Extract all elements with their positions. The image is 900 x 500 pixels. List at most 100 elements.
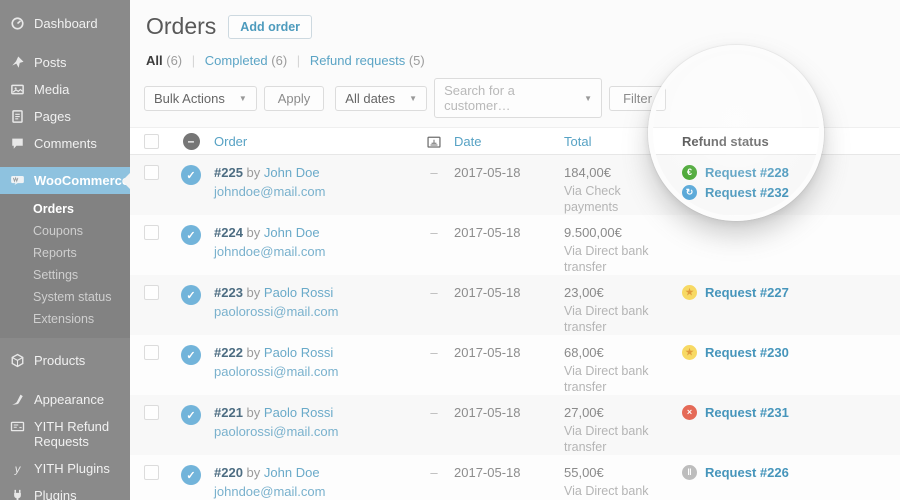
table-row[interactable]: ✓ #221 by Paolo Rossi paolorossi@mail.co… bbox=[130, 395, 900, 455]
customer-name-link[interactable]: Paolo Rossi bbox=[264, 345, 333, 360]
bulk-actions-label: Bulk Actions bbox=[154, 91, 225, 106]
order-total: 27,00€ bbox=[564, 405, 682, 420]
refund-status-cell: ★ Request #227 bbox=[682, 275, 900, 335]
table-row[interactable]: ✓ #223 by Paolo Rossi paolorossi@mail.co… bbox=[130, 275, 900, 335]
refund-request-link[interactable]: Request #226 bbox=[705, 465, 789, 480]
order-number-link[interactable]: #225 bbox=[214, 165, 243, 180]
tab-all-count: (6) bbox=[166, 53, 182, 68]
order-by-text: by bbox=[247, 285, 261, 300]
row-checkbox[interactable] bbox=[144, 405, 159, 420]
refund-request: ★ Request #227 bbox=[682, 285, 900, 300]
refund-request-link[interactable]: Request #231 bbox=[705, 405, 789, 420]
sidebar-item-plugins[interactable]: Plugins bbox=[0, 482, 130, 500]
refund-status-cell bbox=[682, 215, 900, 275]
sidebar-item-label: Pages bbox=[34, 109, 71, 124]
customer-email-link[interactable]: johndoe@mail.com bbox=[214, 484, 325, 499]
order-number-link[interactable]: #220 bbox=[214, 465, 243, 480]
customer-name-link[interactable]: John Doe bbox=[264, 165, 320, 180]
customer-email-link[interactable]: johndoe@mail.com bbox=[214, 184, 325, 199]
svg-text:y: y bbox=[14, 464, 22, 476]
sidebar-item-label: Comments bbox=[34, 136, 97, 151]
refund-request-link[interactable]: Request #232 bbox=[705, 185, 789, 200]
chevron-down-icon: ▼ bbox=[584, 94, 592, 103]
refund-status-rejected-icon: × bbox=[682, 405, 697, 420]
order-number-link[interactable]: #222 bbox=[214, 345, 243, 360]
customer-message-cell: – bbox=[414, 335, 454, 395]
refund-request-link[interactable]: Request #227 bbox=[705, 285, 789, 300]
submenu-item-settings[interactable]: Settings bbox=[0, 264, 130, 286]
row-checkbox[interactable] bbox=[144, 165, 159, 180]
order-by-text: by bbox=[247, 345, 261, 360]
column-header-date[interactable]: Date bbox=[454, 134, 481, 149]
column-header-total[interactable]: Total bbox=[564, 134, 591, 149]
sidebar-item-woocommerce[interactable]: WooCommerce bbox=[0, 167, 130, 194]
add-order-button[interactable]: Add order bbox=[228, 15, 312, 39]
sidebar-item-products[interactable]: Products bbox=[0, 347, 130, 374]
submenu-item-system-status[interactable]: System status bbox=[0, 286, 130, 308]
order-number-link[interactable]: #224 bbox=[214, 225, 243, 240]
customer-name-link[interactable]: Paolo Rossi bbox=[264, 285, 333, 300]
sidebar-item-label: Posts bbox=[34, 55, 67, 70]
sidebar-item-dashboard[interactable]: Dashboard bbox=[0, 10, 130, 37]
order-by-text: by bbox=[247, 405, 261, 420]
order-completed-icon: ✓ bbox=[181, 465, 201, 485]
order-by-text: by bbox=[247, 465, 261, 480]
order-total: 9.500,00€ bbox=[564, 225, 682, 240]
woocommerce-submenu: OrdersCouponsReportsSettingsSystem statu… bbox=[0, 194, 130, 338]
customer-email-link[interactable]: johndoe@mail.com bbox=[214, 244, 325, 259]
refund-status-new-icon: ★ bbox=[682, 285, 697, 300]
sidebar-item-yith-refund-requests[interactable]: YITH Refund Requests bbox=[0, 413, 130, 455]
posts-icon bbox=[10, 55, 25, 70]
select-all-checkbox[interactable] bbox=[144, 134, 159, 149]
tab-all[interactable]: All bbox=[146, 53, 163, 68]
sidebar-item-posts[interactable]: Posts bbox=[0, 49, 130, 76]
submenu-item-reports[interactable]: Reports bbox=[0, 242, 130, 264]
customer-email-link[interactable]: paolorossi@mail.com bbox=[214, 424, 338, 439]
table-row[interactable]: ✓ #225 by John Doe johndoe@mail.com – 20… bbox=[130, 155, 900, 215]
apply-button[interactable]: Apply bbox=[264, 86, 325, 111]
customer-message-cell: – bbox=[414, 155, 454, 215]
table-row[interactable]: ✓ #220 by John Doe johndoe@mail.com – 20… bbox=[130, 455, 900, 500]
submenu-item-orders[interactable]: Orders bbox=[0, 198, 130, 220]
tab-separator: | bbox=[297, 53, 300, 68]
table-row[interactable]: ✓ #224 by John Doe johndoe@mail.com – 20… bbox=[130, 215, 900, 275]
sidebar-item-pages[interactable]: Pages bbox=[0, 103, 130, 130]
customer-email-link[interactable]: paolorossi@mail.com bbox=[214, 364, 338, 379]
chevron-down-icon: ▼ bbox=[239, 94, 247, 103]
filter-button[interactable]: Filter bbox=[609, 86, 666, 111]
row-checkbox[interactable] bbox=[144, 285, 159, 300]
order-number-link[interactable]: #221 bbox=[214, 405, 243, 420]
sidebar-item-label: YITH Refund Requests bbox=[34, 419, 122, 449]
tab-completed[interactable]: Completed bbox=[205, 53, 268, 68]
pages-icon bbox=[10, 109, 25, 124]
order-completed-icon: ✓ bbox=[181, 345, 201, 365]
refund-request-link[interactable]: Request #228 bbox=[705, 165, 789, 180]
order-number-link[interactable]: #223 bbox=[214, 285, 243, 300]
order-date: 2017-05-18 bbox=[454, 395, 564, 455]
submenu-item-coupons[interactable]: Coupons bbox=[0, 220, 130, 242]
sidebar-item-appearance[interactable]: Appearance bbox=[0, 386, 130, 413]
dashboard-icon bbox=[10, 16, 25, 31]
customer-search-select[interactable]: Search for a customer… ▼ bbox=[434, 78, 602, 118]
customer-name-link[interactable]: Paolo Rossi bbox=[264, 405, 333, 420]
row-checkbox[interactable] bbox=[144, 465, 159, 480]
customer-email-link[interactable]: paolorossi@mail.com bbox=[214, 304, 338, 319]
row-checkbox[interactable] bbox=[144, 225, 159, 240]
table-row[interactable]: ✓ #222 by Paolo Rossi paolorossi@mail.co… bbox=[130, 335, 900, 395]
bulk-actions-select[interactable]: Bulk Actions ▼ bbox=[144, 86, 257, 111]
sidebar-item-label: YITH Plugins bbox=[34, 461, 110, 476]
row-checkbox[interactable] bbox=[144, 345, 159, 360]
customer-name-link[interactable]: John Doe bbox=[264, 465, 320, 480]
tab-refund-requests[interactable]: Refund requests bbox=[310, 53, 405, 68]
customer-name-link[interactable]: John Doe bbox=[264, 225, 320, 240]
column-header-order[interactable]: Order bbox=[214, 134, 247, 149]
sidebar-item-yith-plugins[interactable]: y YITH Plugins bbox=[0, 455, 130, 482]
payment-method: Via Direct bank transfer bbox=[564, 243, 668, 275]
sidebar-item-media[interactable]: Media bbox=[0, 76, 130, 103]
submenu-item-extensions[interactable]: Extensions bbox=[0, 308, 130, 330]
refund-request-link[interactable]: Request #230 bbox=[705, 345, 789, 360]
sidebar-item-comments[interactable]: Comments bbox=[0, 130, 130, 157]
date-filter-select[interactable]: All dates ▼ bbox=[335, 86, 427, 111]
status-filter-tabs: All (6) | Completed (6) | Refund request… bbox=[146, 53, 900, 68]
yith-plugins-icon: y bbox=[10, 461, 25, 476]
